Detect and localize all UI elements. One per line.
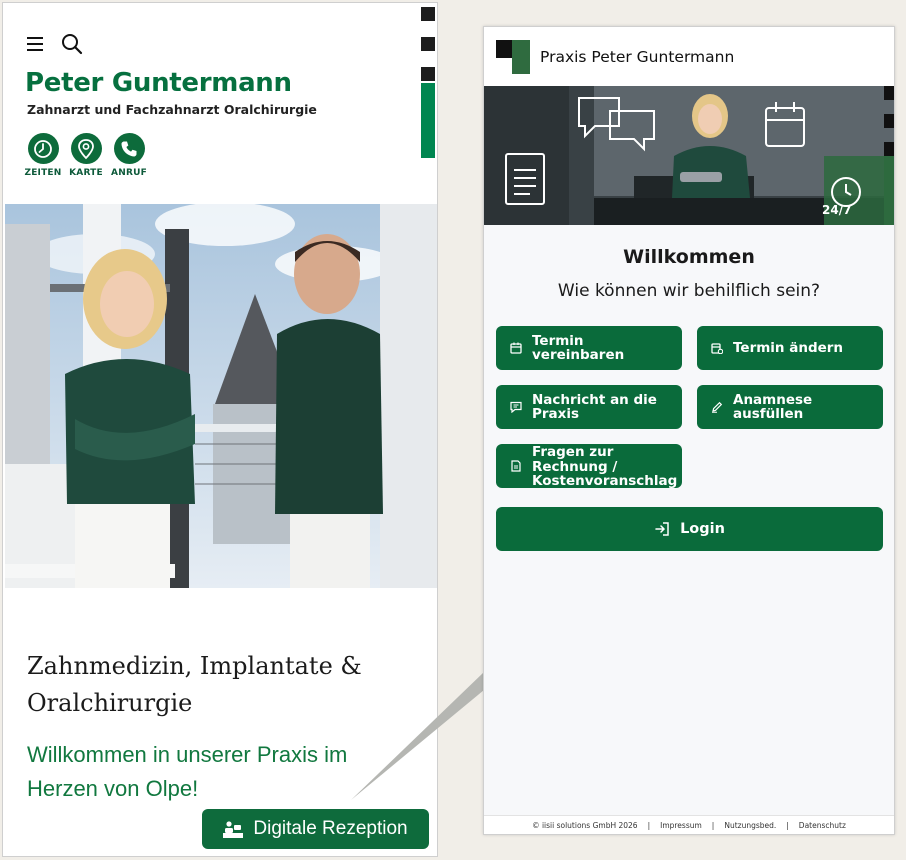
practice-logo-icon xyxy=(496,39,530,74)
quick-link-map[interactable]: KARTE xyxy=(66,133,106,178)
hero-photo xyxy=(5,204,437,588)
patient-portal-panel: Praxis Peter Guntermann 24/7 Willkommen … xyxy=(483,26,895,835)
message-practice-button[interactable]: Nachricht an die Praxis xyxy=(496,385,682,429)
hamburger-menu-icon[interactable] xyxy=(27,37,43,51)
change-appointment-label: Termin ändern xyxy=(733,339,844,356)
portal-banner: 24/7 xyxy=(484,86,894,225)
invoice-questions-label: Fragen zur Rechnung / Kostenvoranschlag xyxy=(532,444,678,488)
brand-name[interactable]: Peter Guntermann xyxy=(25,68,292,98)
quick-link-call[interactable]: ANRUF xyxy=(109,133,149,178)
quick-link-label: ANRUF xyxy=(111,168,147,178)
welcome-text: Willkommen in unserer Praxis im Herzen v… xyxy=(27,742,348,801)
copyright-text: © iisii solutions GmbH 2026 xyxy=(532,820,638,830)
website-panel: Peter Guntermann Zahnarzt und Fachzahnar… xyxy=(2,2,438,857)
portal-footer: © iisii solutions GmbH 2026 | Impressum … xyxy=(484,815,894,834)
portal-help-question: Wie können wir behilflich sein? xyxy=(557,281,821,301)
anamnesis-button[interactable]: Anamnese ausfüllen xyxy=(697,385,883,429)
digital-reception-label: Digitale Rezeption xyxy=(253,818,408,839)
footer-link-terms[interactable]: Nutzungsbed. xyxy=(724,821,776,830)
book-appointment-label: Termin vereinbaren xyxy=(532,332,625,363)
footer-link-privacy[interactable]: Datenschutz xyxy=(799,821,846,830)
quick-link-label: ZEITEN xyxy=(24,168,62,178)
portal-welcome-heading: Willkommen xyxy=(623,246,755,268)
decorative-green-bar xyxy=(421,83,435,158)
clock-icon xyxy=(27,133,59,164)
login-icon xyxy=(655,522,669,536)
book-appointment-button[interactable]: Termin vereinbaren xyxy=(496,326,682,370)
map-pin-icon xyxy=(70,133,102,164)
headline: Zahnmedizin, Implantate & Oralchirurgie xyxy=(27,652,362,717)
login-button[interactable]: Login xyxy=(496,507,883,551)
decorative-square xyxy=(421,7,435,21)
message-icon xyxy=(510,401,522,413)
decorative-square xyxy=(421,37,435,51)
decorative-square xyxy=(421,67,435,81)
quick-link-label: KARTE xyxy=(69,168,103,178)
invoice-icon xyxy=(510,460,522,472)
portal-title: Praxis Peter Guntermann xyxy=(540,47,735,66)
quick-link-hours[interactable]: ZEITEN xyxy=(23,133,63,178)
brand-subtitle: Zahnarzt und Fachzahnarzt Oralchirurgie xyxy=(27,102,317,117)
login-label: Login xyxy=(680,521,725,537)
phone-icon xyxy=(113,133,145,164)
pen-icon xyxy=(711,401,723,413)
calendar-icon xyxy=(510,342,522,354)
banner-24-7-badge: 24/7 xyxy=(822,203,851,217)
change-appointment-button[interactable]: Termin ändern xyxy=(697,326,883,370)
anamnesis-label: Anamnese ausfüllen xyxy=(733,391,813,422)
calendar-edit-icon xyxy=(711,342,723,354)
portal-header: Praxis Peter Guntermann xyxy=(484,27,894,86)
reception-desk-icon xyxy=(223,821,244,838)
invoice-questions-button[interactable]: Fragen zur Rechnung / Kostenvoranschlag xyxy=(496,444,682,488)
digital-reception-button[interactable]: Digitale Rezeption xyxy=(202,809,429,849)
search-icon[interactable] xyxy=(61,33,83,55)
message-practice-label: Nachricht an die Praxis xyxy=(532,391,657,422)
footer-link-impressum[interactable]: Impressum xyxy=(660,821,702,830)
